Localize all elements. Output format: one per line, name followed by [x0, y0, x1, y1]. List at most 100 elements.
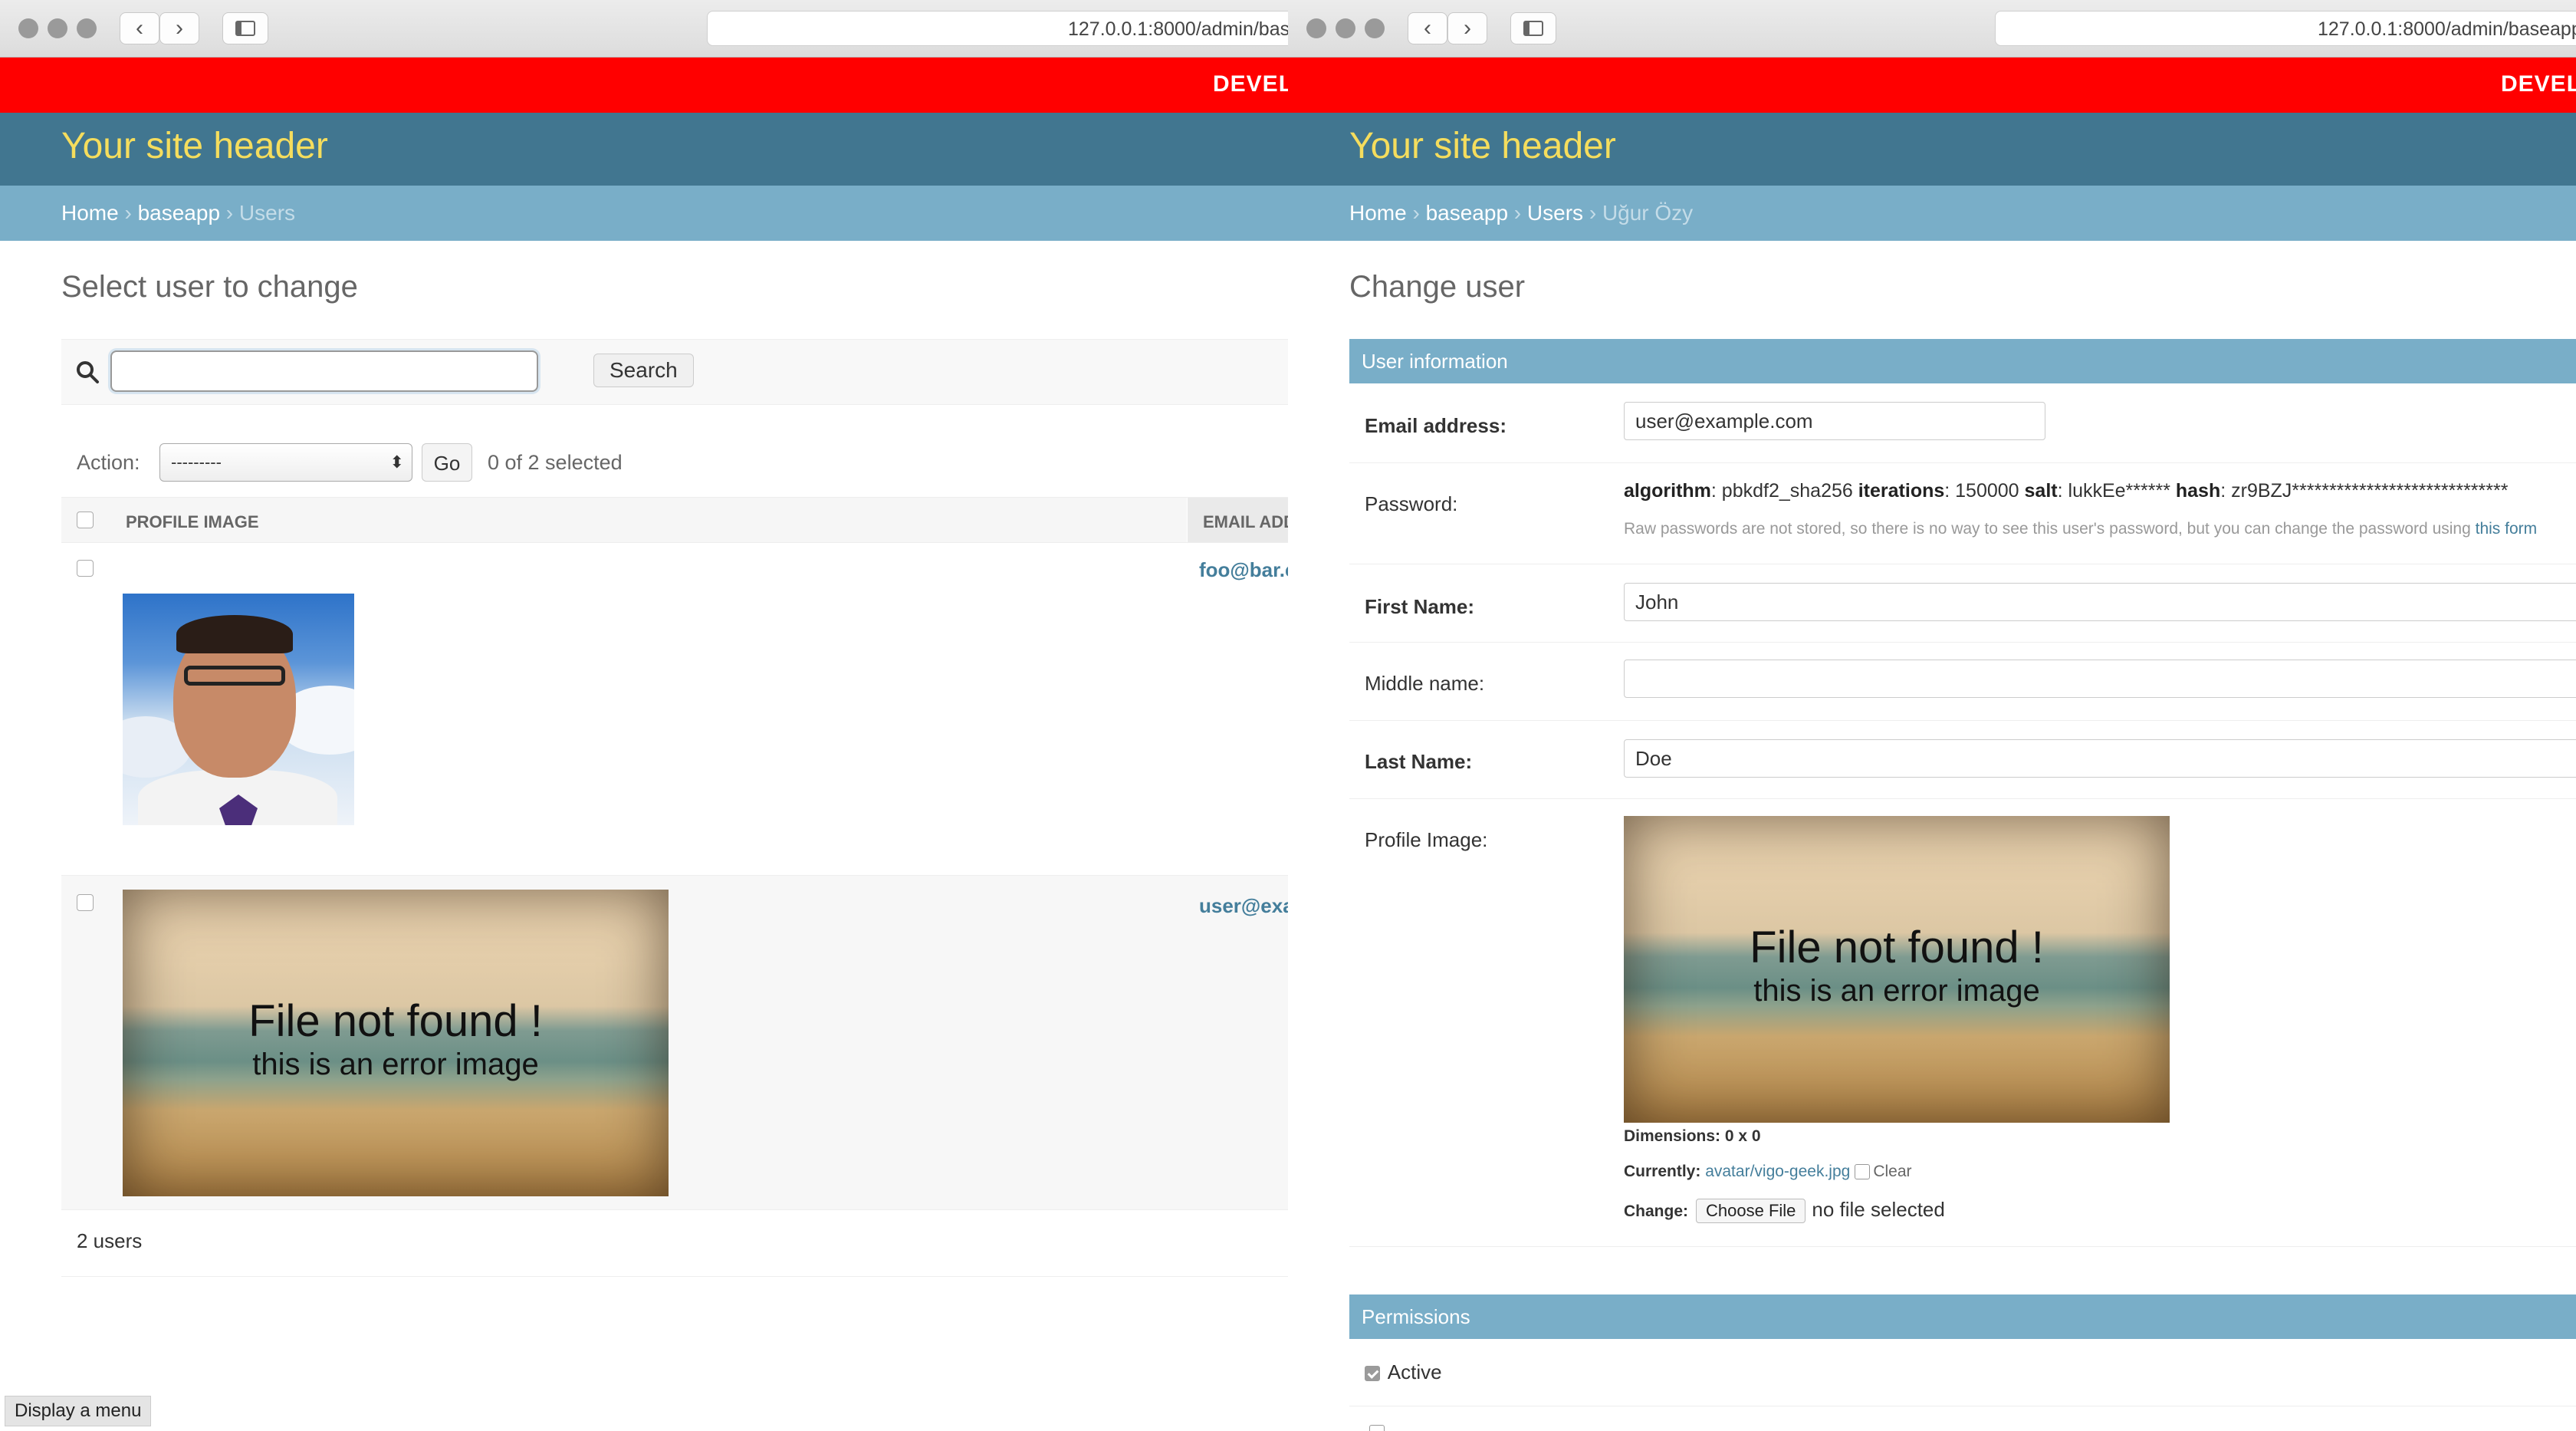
image-change: Change: Choose File no file selected: [1624, 1198, 1945, 1223]
active-row: Active: [1349, 1339, 2576, 1406]
dimensions-value: 0 x 0: [1724, 1127, 1761, 1145]
browser-toolbar: ‹ › 127.0.0.1:8000/admin/baseapp/user/1/…: [1288, 0, 2576, 58]
row-checkbox[interactable]: [77, 894, 94, 911]
go-button[interactable]: Go: [422, 443, 472, 482]
password-row: Password: algorithm: pbkdf2_sha256 itera…: [1349, 463, 2576, 564]
site-header: Your site header: [1288, 113, 2576, 186]
next-permission-row: [1349, 1406, 2576, 1431]
sidebar-toggle-button[interactable]: [1510, 12, 1556, 44]
active-checkbox[interactable]: [1365, 1366, 1380, 1382]
breadcrumb-app[interactable]: baseapp: [138, 201, 220, 225]
action-label: Action:: [77, 451, 140, 474]
dimensions-label: Dimensions:: [1624, 1127, 1721, 1145]
sidebar-toggle-button[interactable]: [222, 12, 268, 44]
table-row: foo@bar.c: [61, 543, 1288, 876]
row-checkbox[interactable]: [77, 560, 94, 577]
image-dimensions: Dimensions: 0 x 0: [1624, 1127, 1761, 1146]
section-permissions: Permissions: [1349, 1294, 2576, 1339]
search-icon: [77, 361, 99, 383]
forward-button[interactable]: ›: [1447, 12, 1487, 44]
site-header-title[interactable]: Your site header: [61, 125, 328, 167]
minimize-window-icon[interactable]: [48, 18, 67, 38]
chevron-left-icon: ‹: [136, 15, 143, 41]
site-header-title[interactable]: Your site header: [1349, 125, 1616, 167]
middle-name-field[interactable]: [1624, 660, 2576, 698]
profile-image-row: Profile Image: File not found ! this is …: [1349, 799, 2576, 1247]
last-name-field[interactable]: Doe: [1624, 739, 2576, 778]
next-permission-checkbox[interactable]: [1369, 1425, 1385, 1431]
zoom-window-icon[interactable]: [77, 18, 97, 38]
profile-photo: [123, 594, 354, 825]
display-menu-button[interactable]: Display a menu: [5, 1396, 152, 1426]
password-key: salt: [2024, 480, 2058, 502]
error-image-subtitle: this is an error image: [252, 1048, 539, 1081]
breadcrumb-home[interactable]: Home: [61, 201, 119, 225]
actions-bar: Action: --------- ⬍ Go 0 of 2 selected: [61, 440, 1288, 483]
current-image-link[interactable]: avatar/vigo-geek.jpg: [1705, 1163, 1850, 1180]
chevron-right-icon: ›: [1464, 15, 1471, 41]
action-select[interactable]: --------- ⬍: [159, 443, 412, 482]
address-bar[interactable]: 127.0.0.1:8000/admin/baseapp/user/: [707, 11, 1288, 46]
email-field[interactable]: user@example.com: [1624, 402, 2045, 440]
column-header-email[interactable]: EMAIL ADD: [1187, 498, 1288, 542]
address-bar[interactable]: 127.0.0.1:8000/admin/baseapp/user/1/chan…: [1995, 11, 2576, 46]
browser-toolbar: ‹ › 127.0.0.1:8000/admin/baseapp/user/: [0, 0, 1288, 58]
password-key: hash: [2175, 480, 2221, 502]
breadcrumb: Home › baseapp › Users: [0, 186, 1288, 241]
error-image-title: File not found !: [248, 996, 543, 1046]
row-email-link[interactable]: user@exa: [1199, 894, 1288, 918]
change-password-link[interactable]: this form: [2476, 520, 2538, 538]
dev-banner-text: DEVELO: [2501, 71, 2576, 97]
currently-label: Currently:: [1624, 1163, 1701, 1180]
close-window-icon[interactable]: [1306, 18, 1326, 38]
no-file-text: no file selected: [1812, 1198, 1945, 1221]
first-name-row: First Name: John: [1349, 564, 2576, 643]
back-button[interactable]: ‹: [1408, 12, 1447, 44]
forward-button[interactable]: ›: [159, 12, 199, 44]
close-window-icon[interactable]: [18, 18, 38, 38]
breadcrumb-model[interactable]: Users: [1527, 201, 1583, 225]
sidebar-icon: [1523, 21, 1543, 36]
password-value: : zr9BZJ*****************************: [2220, 480, 2509, 502]
row-email-link[interactable]: foo@bar.c: [1199, 558, 1288, 582]
select-arrows-icon: ⬍: [389, 452, 404, 472]
profile-image-label: Profile Image:: [1365, 828, 1488, 851]
last-name-label: Last Name:: [1365, 750, 1473, 773]
search-button[interactable]: Search: [593, 354, 694, 387]
password-key: iterations: [1858, 480, 1945, 502]
table-header: PROFILE IMAGE EMAIL ADD: [61, 497, 1288, 543]
selection-count: 0 of 2 selected: [488, 451, 623, 474]
password-value: : lukkEe******: [2057, 480, 2176, 502]
dev-banner: DEVELO: [0, 58, 1288, 113]
breadcrumb: Home › baseapp › Users › Uğur Özy: [1288, 186, 2576, 241]
dev-banner-text: DEVELO: [1213, 71, 1288, 97]
dev-banner: DEVELO: [1288, 58, 2576, 113]
minimize-window-icon[interactable]: [1336, 18, 1355, 38]
select-all-checkbox[interactable]: [77, 512, 94, 528]
search-input[interactable]: [110, 350, 538, 392]
column-header-profile-image[interactable]: PROFILE IMAGE: [126, 512, 259, 532]
error-image: File not found ! this is an error image: [1624, 816, 2170, 1123]
breadcrumb-home[interactable]: Home: [1349, 201, 1407, 225]
zoom-window-icon[interactable]: [1365, 18, 1385, 38]
error-image: File not found ! this is an error image: [123, 890, 669, 1196]
password-value: : 150000: [1944, 480, 2025, 502]
result-count: 2 users: [61, 1211, 1288, 1277]
active-field: Active: [1365, 1360, 1442, 1384]
choose-file-button[interactable]: Choose File: [1696, 1199, 1806, 1223]
back-button[interactable]: ‹: [120, 12, 159, 44]
site-header: Your site header: [0, 113, 1288, 186]
password-label: Password:: [1365, 492, 1458, 515]
password-value: : pbkdf2_sha256: [1710, 480, 1858, 502]
chevron-left-icon: ‹: [1424, 15, 1431, 41]
password-hash-summary: algorithm: pbkdf2_sha256 iterations: 150…: [1624, 480, 2508, 502]
changelist-window: ‹ › 127.0.0.1:8000/admin/baseapp/user/ D…: [0, 0, 1288, 1431]
password-help: Raw passwords are not stored, so there i…: [1624, 520, 2476, 538]
first-name-label: First Name:: [1365, 595, 1475, 618]
clear-image-checkbox[interactable]: [1855, 1164, 1871, 1180]
image-currently: Currently: avatar/vigo-geek.jpg Clear: [1624, 1163, 1912, 1181]
change-form-window: ‹ › 127.0.0.1:8000/admin/baseapp/user/1/…: [1288, 0, 2576, 1431]
breadcrumb-app[interactable]: baseapp: [1426, 201, 1508, 225]
first-name-field[interactable]: John: [1624, 583, 2576, 621]
action-select-value: ---------: [171, 452, 222, 472]
